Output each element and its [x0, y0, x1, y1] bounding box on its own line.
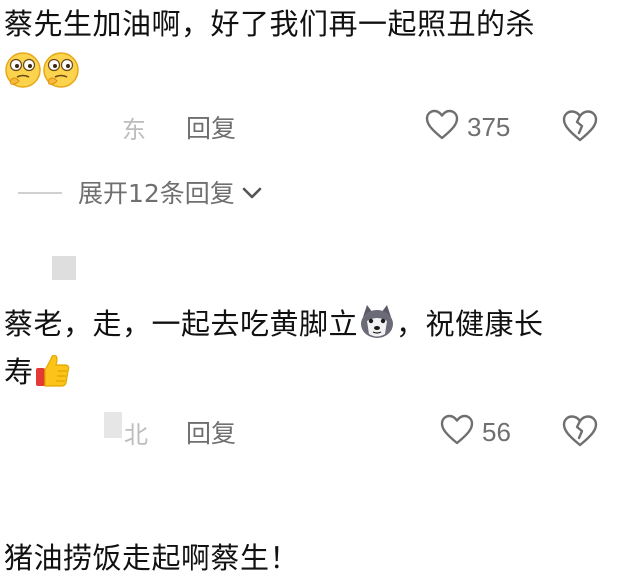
- comment-1-reply-button[interactable]: 回复: [186, 109, 236, 145]
- husky-dog-emoji-icon: [358, 303, 396, 341]
- comment-1-location: 东: [122, 116, 146, 144]
- comment-2-body-part2: ，祝健康长: [396, 307, 544, 341]
- comment-1-text: 蔡先生加油啊，好了我们再一起照丑的杀: [4, 0, 632, 96]
- expand-replies-button[interactable]: 展开12条回复: [78, 174, 263, 210]
- comment-2-meta-row: 北 回复 56: [0, 412, 640, 452]
- comment-1-like-count: 375: [467, 111, 511, 142]
- chevron-down-icon: [235, 178, 263, 207]
- comment-2-location: 北: [124, 421, 148, 449]
- avatar-placeholder: [52, 256, 76, 280]
- comment-2-like-count: 56: [482, 416, 511, 447]
- expand-divider-line: [18, 192, 62, 194]
- comment-2-like-button[interactable]: 56: [440, 412, 511, 452]
- broken-heart-icon: [562, 110, 598, 147]
- comment-1-meta-row: 东 回复 375: [0, 107, 640, 147]
- comment-1-dislike-button[interactable]: [562, 109, 598, 145]
- thinking-face-emoji-icon: [4, 51, 42, 89]
- thinking-face-emoji-icon: [42, 51, 80, 89]
- comment-2-text: 蔡老，走，一起去吃黄脚立 ，祝健康长 寿: [4, 300, 632, 396]
- heart-icon: [440, 414, 474, 450]
- comment-1-body: 蔡先生加油啊，好了我们再一起照丑的杀: [4, 7, 536, 41]
- comment-1-like-button[interactable]: 375: [425, 107, 510, 147]
- comment-3-text: 猪油捞饭走起啊蔡生！: [4, 534, 632, 582]
- comment-2-dislike-button[interactable]: [562, 414, 598, 450]
- comment-2-body-part3: 寿: [4, 355, 34, 389]
- expand-replies-label: 展开12条回复: [78, 179, 235, 208]
- expand-replies-row: 展开12条回复: [0, 170, 640, 214]
- heart-icon: [425, 109, 459, 145]
- comment-2-reply-button[interactable]: 回复: [186, 414, 236, 450]
- broken-heart-icon: [562, 415, 598, 452]
- comment-2-body-part1: 蔡老，走，一起去吃黄脚立: [4, 307, 359, 341]
- thumbs-up-emoji-icon: [34, 351, 72, 389]
- comment-3-body: 猪油捞饭走起啊蔡生！: [4, 541, 300, 575]
